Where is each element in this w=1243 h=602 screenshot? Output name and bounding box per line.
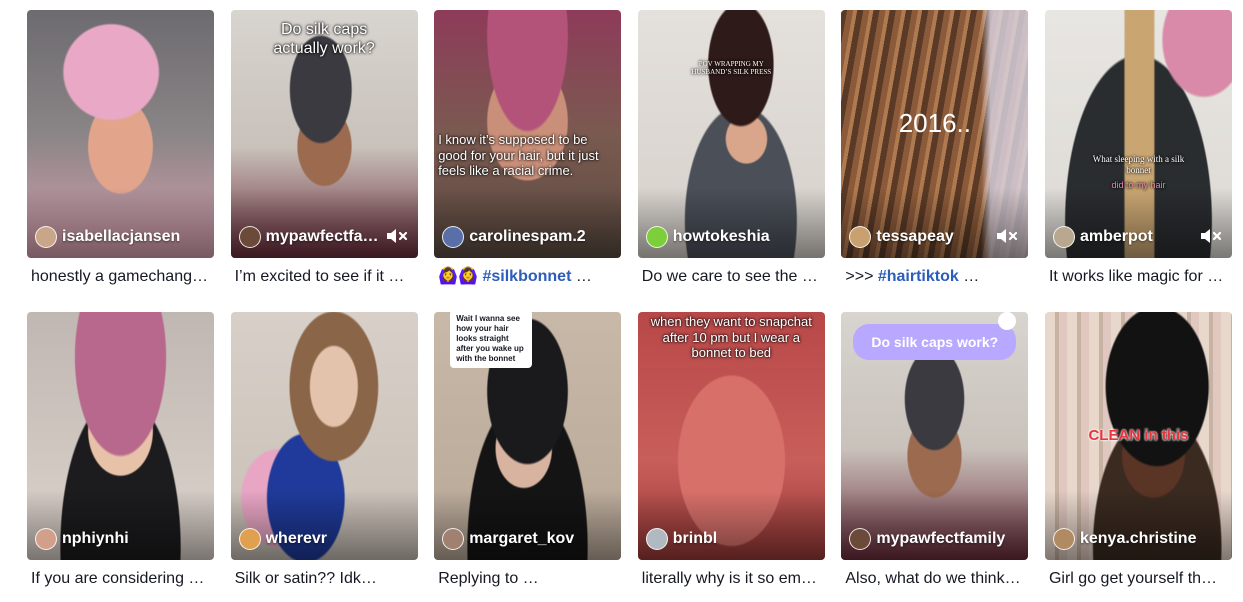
video-card[interactable]: isabellacjansen honestly a gamechang… xyxy=(27,10,214,300)
video-author[interactable]: mypawfectfamily xyxy=(849,528,1020,550)
video-overlay-text: when they want to snapchat after 10 pm b… xyxy=(650,314,812,361)
video-thumbnail[interactable]: isabellacjansen xyxy=(27,10,214,258)
video-author[interactable]: brinbl xyxy=(645,528,817,550)
video-overlay-text: What sleeping with a silk bonnet xyxy=(1092,154,1185,175)
video-caption[interactable]: I’m excited to see if it … xyxy=(231,266,418,288)
video-thumbnail[interactable]: nphiynhi xyxy=(27,312,214,560)
video-caption[interactable]: Also, what do we think… xyxy=(841,568,1028,590)
video-overlay-text: POV WRAPPING MY HUSBAND’S SILK PRESS xyxy=(691,60,772,77)
video-card[interactable]: POV WRAPPING MY HUSBAND’S SILK PRESS how… xyxy=(637,10,825,300)
video-caption[interactable]: literally why is it so em… xyxy=(638,568,825,590)
video-thumbnail[interactable]: wherevr xyxy=(230,312,418,560)
caption-emoji: 🙆‍♀️🙆‍♀️ xyxy=(438,268,479,285)
video-card[interactable]: 2016.. tessapeay >>> #hairtiktok … xyxy=(841,10,1029,300)
video-thumbnail[interactable]: CLEAN in this kenya.christine xyxy=(1044,312,1232,560)
video-overlay-text: I know it’s supposed to be good for your… xyxy=(438,132,599,179)
video-thumbnail[interactable]: Do silk caps work? mypawfectfamily xyxy=(841,312,1029,560)
username: mypawfectfa… xyxy=(265,228,379,245)
muted-speaker-icon[interactable] xyxy=(1200,227,1222,245)
video-author[interactable]: kenya.christine xyxy=(1052,528,1224,550)
avatar xyxy=(35,528,57,550)
video-caption[interactable]: Do we care to see the … xyxy=(638,266,825,288)
caption-rest: … xyxy=(571,268,592,285)
video-overlay-text: CLEAN in this xyxy=(1088,427,1189,444)
video-author[interactable]: howtokeshia xyxy=(645,226,817,248)
video-caption[interactable]: Replying to … xyxy=(434,568,621,590)
video-thumbnail[interactable]: POV WRAPPING MY HUSBAND’S SILK PRESS how… xyxy=(637,10,825,258)
video-overlay-text: 2016.. xyxy=(898,108,972,138)
video-card[interactable]: Wait I wanna see how your hair looks str… xyxy=(434,312,622,602)
video-card[interactable]: Do silk caps work? mypawfectfamily Also,… xyxy=(841,312,1029,602)
caption-rest: … xyxy=(958,268,980,285)
video-caption[interactable]: >>> #hairtiktok … xyxy=(841,266,1028,288)
username: brinbl xyxy=(672,530,718,547)
caption-prefix: >>> xyxy=(845,268,878,285)
video-author[interactable]: tessapeay xyxy=(849,226,992,248)
avatar xyxy=(442,528,465,550)
video-thumbnail[interactable]: 2016.. tessapeay xyxy=(841,10,1029,258)
video-thumbnail[interactable]: when they want to snapchat after 10 pm b… xyxy=(637,312,825,560)
username: amberpot xyxy=(1079,228,1153,245)
video-card[interactable]: nphiynhi If you are considering … xyxy=(27,312,214,602)
video-thumbnail[interactable]: I know it’s supposed to be good for your… xyxy=(434,10,622,258)
video-author[interactable]: isabellacjansen xyxy=(35,226,206,248)
avatar xyxy=(1052,226,1075,248)
username: nphiynhi xyxy=(62,530,129,547)
reply-comment-box: Wait I wanna see how your hair looks str… xyxy=(450,312,533,368)
video-card[interactable]: What sleeping with a silk bonnet did to … xyxy=(1044,10,1232,300)
video-author[interactable]: margaret_kov xyxy=(442,528,613,550)
video-caption[interactable]: Girl go get yourself th… xyxy=(1045,568,1232,590)
username: margaret_kov xyxy=(469,530,575,547)
avatar xyxy=(238,226,261,248)
video-thumbnail[interactable]: Do silk caps actually work? mypawfectfa… xyxy=(230,10,418,258)
hashtag-link[interactable]: #hairtiktok xyxy=(878,268,959,285)
video-author[interactable]: mypawfectfa… xyxy=(238,226,382,248)
avatar xyxy=(645,528,668,550)
video-overlay-text: Do silk caps actually work? xyxy=(273,21,375,58)
video-card[interactable]: CLEAN in this kenya.christine Girl go ge… xyxy=(1044,312,1232,602)
video-caption[interactable]: It works like magic for … xyxy=(1045,266,1232,288)
video-caption[interactable]: 🙆‍♀️🙆‍♀️ #silkbonnet … xyxy=(434,266,621,288)
video-thumbnail[interactable]: Wait I wanna see how your hair looks str… xyxy=(434,312,622,560)
avatar xyxy=(238,528,261,550)
username: tessapeay xyxy=(876,228,954,245)
video-author[interactable]: wherevr xyxy=(238,528,410,550)
avatar xyxy=(35,226,57,248)
video-author[interactable]: nphiynhi xyxy=(35,528,206,550)
reply-comment-text: Wait I wanna see how your hair looks str… xyxy=(456,314,524,363)
avatar xyxy=(849,528,872,550)
avatar xyxy=(849,226,872,248)
avatar xyxy=(645,226,668,248)
avatar xyxy=(442,226,465,248)
avatar xyxy=(1052,528,1075,550)
username: howtokeshia xyxy=(672,228,770,245)
muted-speaker-icon[interactable] xyxy=(996,227,1018,245)
video-grid: isabellacjansen honestly a gamechang… Do… xyxy=(27,10,1233,602)
video-card[interactable]: wherevr Silk or satin?? Idk… xyxy=(230,312,418,602)
username: mypawfectfamily xyxy=(876,530,1006,547)
video-card[interactable]: I know it’s supposed to be good for your… xyxy=(434,10,622,300)
hashtag-link[interactable]: #silkbonnet xyxy=(482,268,571,285)
username: isabellacjansen xyxy=(62,228,181,245)
video-author[interactable]: amberpot xyxy=(1052,226,1196,248)
username: wherevr xyxy=(265,530,327,547)
question-bubble: Do silk caps work? xyxy=(853,324,1017,360)
video-card[interactable]: Do silk caps actually work? mypawfectfa…… xyxy=(230,10,418,300)
video-thumbnail[interactable]: What sleeping with a silk bonnet did to … xyxy=(1044,10,1232,258)
username: kenya.christine xyxy=(1079,530,1197,547)
username: carolinespam.2 xyxy=(469,228,586,245)
video-card[interactable]: when they want to snapchat after 10 pm b… xyxy=(637,312,825,602)
video-caption[interactable]: Silk or satin?? Idk… xyxy=(231,568,418,590)
video-caption[interactable]: If you are considering … xyxy=(27,568,214,590)
muted-speaker-icon[interactable] xyxy=(386,227,408,245)
video-caption[interactable]: honestly a gamechang… xyxy=(27,266,214,288)
video-author[interactable]: carolinespam.2 xyxy=(442,226,613,248)
